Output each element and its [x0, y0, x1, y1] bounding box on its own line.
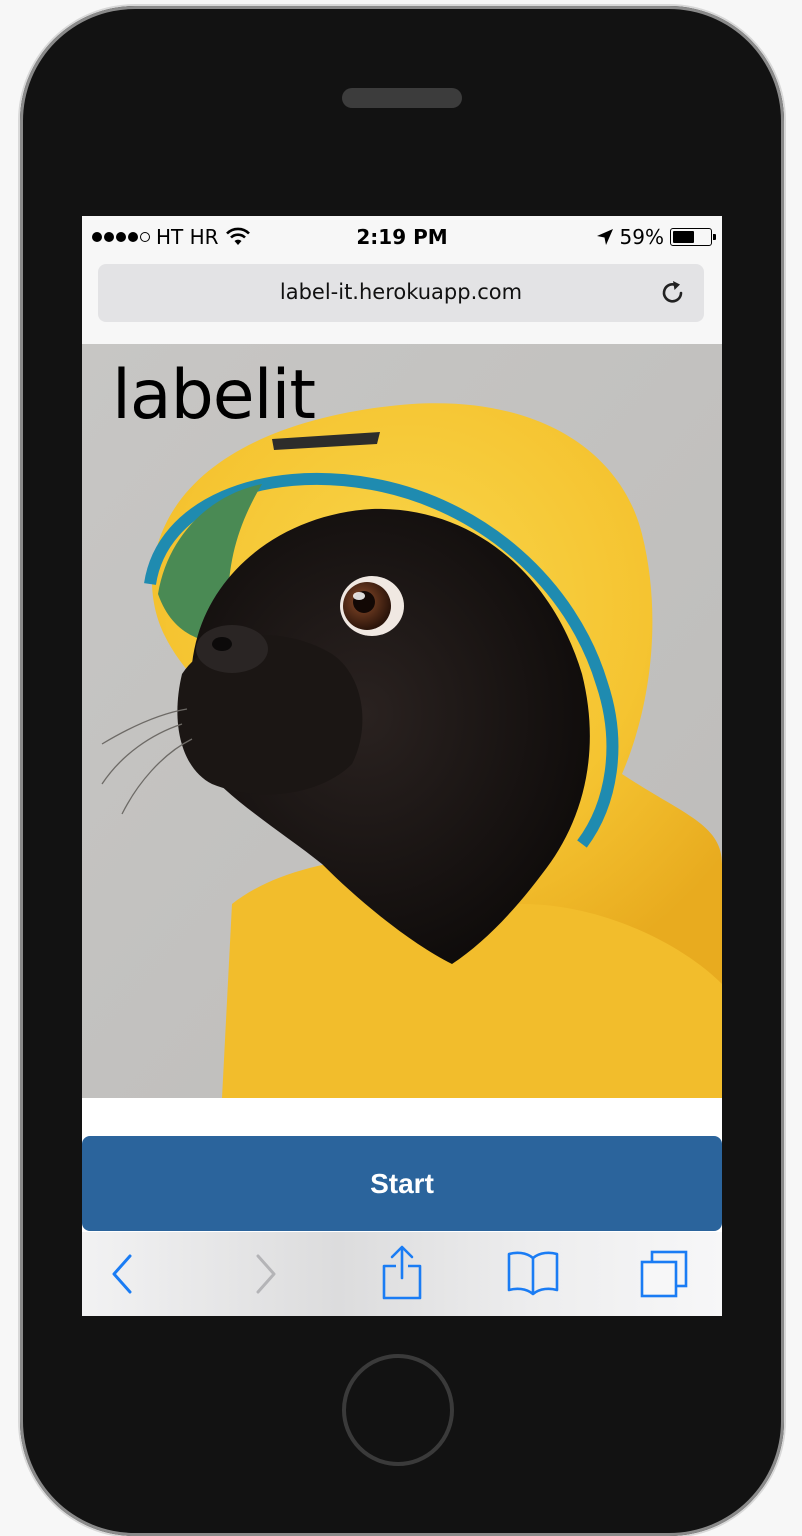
phone-screen: HT HR 2:19 PM 59% label-it.herokuapp.com… [82, 216, 722, 1316]
browser-address-area: label-it.herokuapp.com [82, 258, 722, 344]
location-arrow-icon [596, 229, 613, 245]
url-text[interactable]: label-it.herokuapp.com [98, 280, 704, 304]
share-icon[interactable] [380, 1244, 424, 1302]
start-button[interactable]: Start [82, 1136, 722, 1231]
earpiece-speaker [342, 88, 462, 108]
home-button[interactable] [342, 1354, 454, 1466]
dog-in-yellow-raincoat-image [82, 344, 722, 1098]
app-logo-text: labelit [112, 356, 316, 435]
tabs-icon[interactable] [638, 1248, 692, 1300]
phone-frame: HT HR 2:19 PM 59% label-it.herokuapp.com… [20, 6, 784, 1536]
battery-icon [670, 228, 716, 246]
bookmarks-icon[interactable] [506, 1248, 560, 1298]
address-bar[interactable]: label-it.herokuapp.com [98, 264, 704, 322]
battery-percent: 59% [619, 225, 664, 249]
reload-icon[interactable] [658, 278, 688, 308]
browser-toolbar [82, 1232, 722, 1316]
forward-icon[interactable] [250, 1252, 280, 1296]
status-bar: HT HR 2:19 PM 59% [82, 216, 722, 258]
back-icon[interactable] [108, 1252, 138, 1296]
status-right: 59% [596, 225, 716, 249]
hero-image: labelit [82, 344, 722, 1098]
